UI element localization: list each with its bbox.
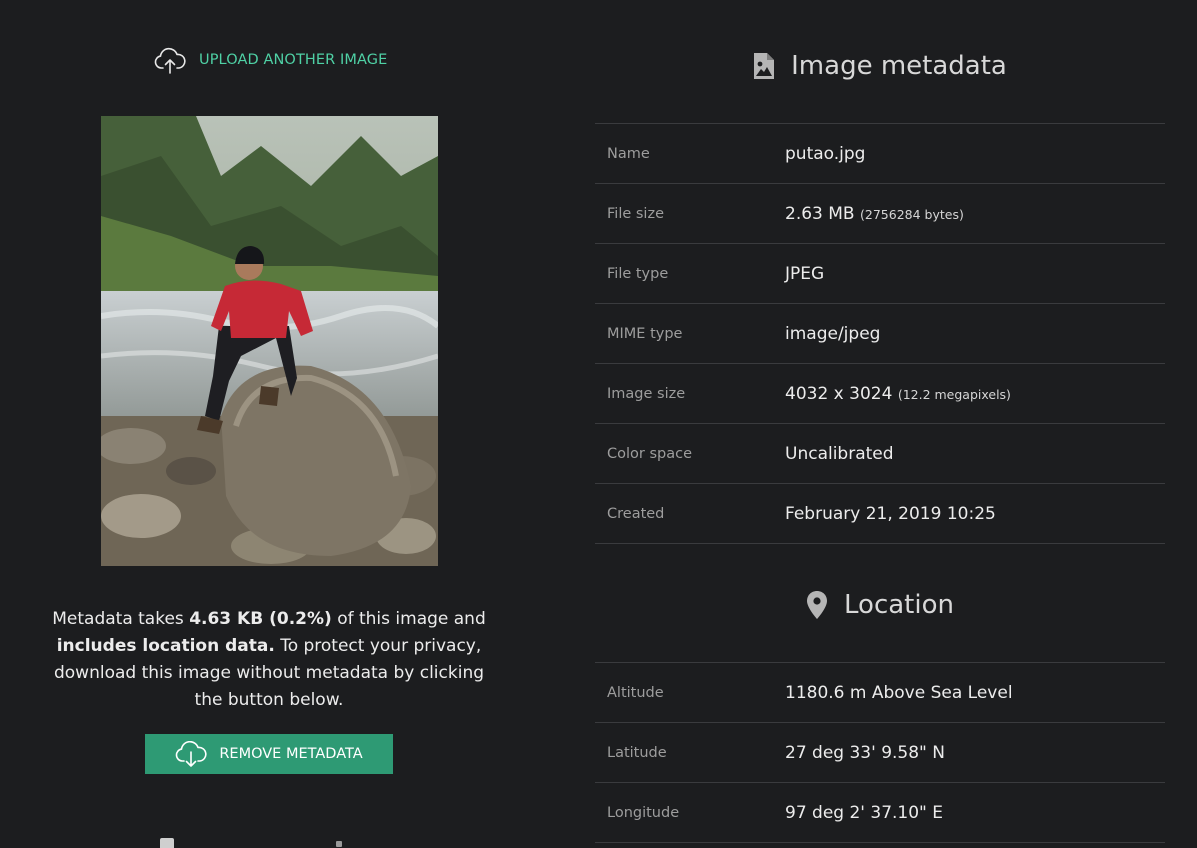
row-value: putao.jpg bbox=[785, 143, 866, 164]
row-value: JPEG bbox=[785, 263, 825, 284]
notice-text-1: Metadata takes bbox=[52, 609, 190, 629]
cut-off-icon bbox=[160, 838, 174, 848]
row-key: MIME type bbox=[607, 325, 683, 342]
row-key: Created bbox=[607, 505, 665, 522]
location-table: Altitude 1180.6 m Above Sea Level Latitu… bbox=[595, 662, 1165, 843]
cloud-upload-icon bbox=[154, 47, 186, 74]
row-key: Altitude bbox=[607, 684, 664, 701]
row-value: Uncalibrated bbox=[785, 443, 894, 464]
table-row: Latitude 27 deg 33' 9.58" N bbox=[595, 722, 1165, 782]
table-row: File type JPEG bbox=[595, 243, 1165, 303]
table-row: MIME type image/jpeg bbox=[595, 303, 1165, 363]
row-value: 4032 x 3024 (12.2 megapixels) bbox=[785, 383, 1011, 404]
row-extra: (2756284 bytes) bbox=[860, 206, 964, 222]
row-value: image/jpeg bbox=[785, 323, 881, 344]
uploaded-photo bbox=[101, 116, 438, 566]
row-key: File size bbox=[607, 205, 664, 222]
row-key: Image size bbox=[607, 385, 686, 402]
location-title: Location bbox=[844, 590, 954, 620]
notice-text-2: of this image and bbox=[331, 609, 486, 629]
row-extra: (12.2 megapixels) bbox=[897, 386, 1011, 402]
remove-metadata-button[interactable]: REMOVE METADATA bbox=[145, 734, 393, 774]
metadata-table: Name putao.jpg File size 2.63 MB (275628… bbox=[595, 123, 1165, 544]
table-row: Altitude 1180.6 m Above Sea Level bbox=[595, 662, 1165, 722]
row-key: Latitude bbox=[607, 744, 667, 761]
table-row: Color space Uncalibrated bbox=[595, 423, 1165, 483]
row-value: 1180.6 m Above Sea Level bbox=[785, 682, 1013, 703]
row-value: 27 deg 33' 9.58" N bbox=[785, 742, 945, 763]
cut-off-glyph bbox=[336, 841, 342, 847]
location-heading: Location bbox=[595, 583, 1165, 627]
image-metadata-heading: Image metadata bbox=[595, 44, 1165, 88]
upload-another-image-link[interactable]: UPLOAD ANOTHER IMAGE bbox=[154, 46, 387, 74]
row-key: Name bbox=[607, 145, 650, 162]
metadata-size: 4.63 KB (0.2%) bbox=[189, 609, 332, 629]
table-row: File size 2.63 MB (2756284 bytes) bbox=[595, 183, 1165, 243]
table-row: Image size 4032 x 3024 (12.2 megapixels) bbox=[595, 363, 1165, 423]
map-pin-icon bbox=[807, 591, 828, 619]
table-row: Created February 21, 2019 10:25 bbox=[595, 483, 1165, 544]
cloud-download-icon bbox=[176, 741, 207, 767]
remove-metadata-label: REMOVE METADATA bbox=[219, 746, 363, 762]
image-metadata-title: Image metadata bbox=[791, 51, 1007, 81]
metadata-notice: Metadata takes 4.63 KB (0.2%) of this im… bbox=[40, 606, 498, 714]
row-key: Color space bbox=[607, 445, 693, 462]
row-value: 97 deg 2' 37.10" E bbox=[785, 802, 944, 823]
row-key: Longitude bbox=[607, 804, 680, 821]
row-key: File type bbox=[607, 265, 669, 282]
table-row: Longitude 97 deg 2' 37.10" E bbox=[595, 782, 1165, 843]
upload-label: UPLOAD ANOTHER IMAGE bbox=[199, 52, 388, 68]
location-warning: includes location data. bbox=[56, 636, 275, 656]
row-value: February 21, 2019 10:25 bbox=[785, 503, 996, 524]
image-file-icon bbox=[754, 53, 775, 79]
left-panel: UPLOAD ANOTHER IMAGE Metadata takes 4.63… bbox=[0, 0, 540, 848]
row-value: 2.63 MB (2756284 bytes) bbox=[785, 203, 964, 224]
table-row: Name putao.jpg bbox=[595, 123, 1165, 183]
